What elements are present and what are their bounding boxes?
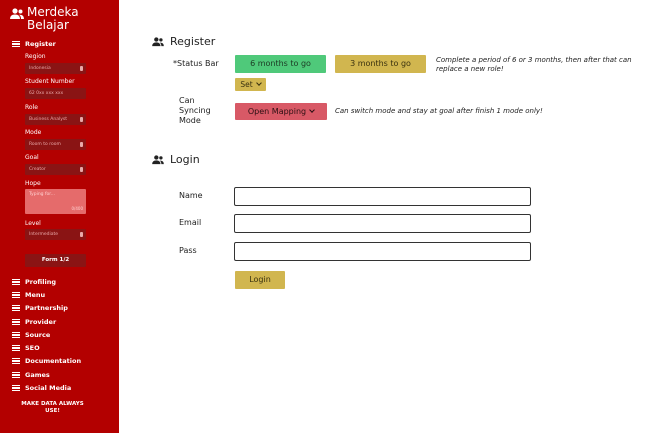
form-step-button[interactable]: Form 1/2 (25, 254, 86, 267)
menu-icon (12, 385, 20, 392)
sidebar-item-source[interactable]: Source (12, 331, 50, 339)
hope-textarea[interactable]: Typing for... 0/400 (25, 189, 86, 214)
menu-icon (12, 332, 20, 339)
sidebar-item-label: Games (25, 371, 50, 379)
users-icon (10, 8, 24, 19)
sidebar-item-label: Social Media (25, 384, 72, 392)
sidebar-item-games[interactable]: Games (12, 371, 50, 379)
register-title: Register (170, 35, 216, 48)
level-label: Level (25, 220, 41, 227)
mode-value: Room to room (29, 142, 61, 147)
register-heading: Register (152, 35, 215, 48)
role-select[interactable]: Business Analyst (25, 114, 86, 125)
login-heading: Login (152, 153, 200, 166)
menu-icon (12, 305, 20, 312)
name-label: Name (179, 191, 203, 200)
hope-counter: 0/400 (71, 206, 83, 211)
region-label: Region (25, 53, 46, 60)
email-input[interactable] (234, 214, 531, 233)
login-button[interactable]: Login (235, 271, 285, 289)
region-value: Indonesia (29, 66, 51, 71)
sidebar: Merdeka Belajar Register Region Indonesi… (0, 0, 119, 433)
role-value: Business Analyst (29, 117, 67, 122)
name-input[interactable] (234, 187, 531, 206)
chevron-down-icon (80, 167, 83, 172)
open-mapping-dropdown[interactable]: Open Mapping (235, 103, 327, 120)
menu-icon (12, 372, 20, 379)
brand-title: Merdeka Belajar (27, 5, 79, 32)
status-bar-label: *Status Bar (173, 59, 219, 68)
hope-placeholder: Typing for... (29, 192, 56, 197)
sidebar-item-profiling[interactable]: Profiling (12, 278, 56, 286)
chevron-down-icon (80, 117, 83, 122)
sidebar-item-label: Register (25, 40, 56, 48)
level-value: Intermediate (29, 232, 59, 237)
chevron-down-icon (80, 142, 83, 147)
set-label: Set (240, 80, 253, 89)
sidebar-item-label: Provider (25, 318, 57, 326)
syncing-note: Can switch mode and stay at goal after f… (335, 107, 543, 115)
menu-icon (12, 41, 20, 48)
role-label: Role (25, 104, 38, 111)
users-icon (152, 154, 164, 164)
menu-icon (12, 292, 20, 299)
open-mapping-label: Open Mapping (247, 107, 307, 116)
sidebar-item-label: SEO (25, 344, 40, 352)
student-number-placeholder: 62 0xx xxx xxx (29, 91, 64, 96)
sidebar-item-register[interactable]: Register (12, 40, 56, 48)
region-select[interactable]: Indonesia (25, 63, 86, 74)
mode-select[interactable]: Room to room (25, 139, 86, 150)
mode-label: Mode (25, 129, 42, 136)
set-dropdown[interactable]: Set (235, 78, 266, 91)
pass-label: Pass (179, 246, 197, 255)
sidebar-item-seo[interactable]: SEO (12, 344, 40, 352)
six-months-button[interactable]: 6 months to go (235, 55, 326, 73)
menu-icon (12, 358, 20, 365)
users-icon (152, 36, 164, 46)
password-input[interactable] (234, 242, 531, 261)
level-select[interactable]: Intermediate (25, 229, 86, 240)
sidebar-item-label: Partnership (25, 304, 68, 312)
menu-icon (12, 319, 20, 326)
sidebar-item-menu[interactable]: Menu (12, 291, 45, 299)
hope-label: Hope (25, 180, 41, 187)
chevron-down-icon (309, 107, 315, 113)
email-label: Email (179, 218, 202, 227)
chevron-down-icon (80, 232, 83, 237)
status-note: Complete a period of 6 or 3 months, then… (436, 56, 632, 73)
tagline: MAKE DATA ALWAYS USE! (21, 401, 84, 414)
student-number-label: Student Number (25, 78, 75, 85)
chevron-down-icon (255, 80, 262, 86)
goal-select[interactable]: Creator (25, 164, 86, 175)
three-months-button[interactable]: 3 months to go (335, 55, 426, 73)
sidebar-item-label: Profiling (25, 278, 56, 286)
menu-icon (12, 279, 20, 286)
sidebar-item-label: Source (25, 331, 51, 339)
syncing-mode-label: Can Syncing Mode (179, 96, 211, 125)
sidebar-item-partnership[interactable]: Partnership (12, 304, 68, 312)
chevron-down-icon (80, 66, 83, 71)
sidebar-item-provider[interactable]: Provider (12, 318, 56, 326)
sidebar-item-social-media[interactable]: Social Media (12, 384, 71, 392)
brand[interactable]: Merdeka Belajar (10, 6, 115, 32)
sidebar-item-label: Menu (25, 291, 46, 299)
goal-value: Creator (29, 167, 46, 172)
sidebar-item-label: Documentation (25, 357, 82, 365)
student-number-input[interactable]: 62 0xx xxx xxx (25, 88, 86, 99)
goal-label: Goal (25, 154, 39, 161)
sidebar-item-documentation[interactable]: Documentation (12, 357, 81, 365)
login-title: Login (170, 153, 200, 166)
menu-icon (12, 345, 20, 352)
